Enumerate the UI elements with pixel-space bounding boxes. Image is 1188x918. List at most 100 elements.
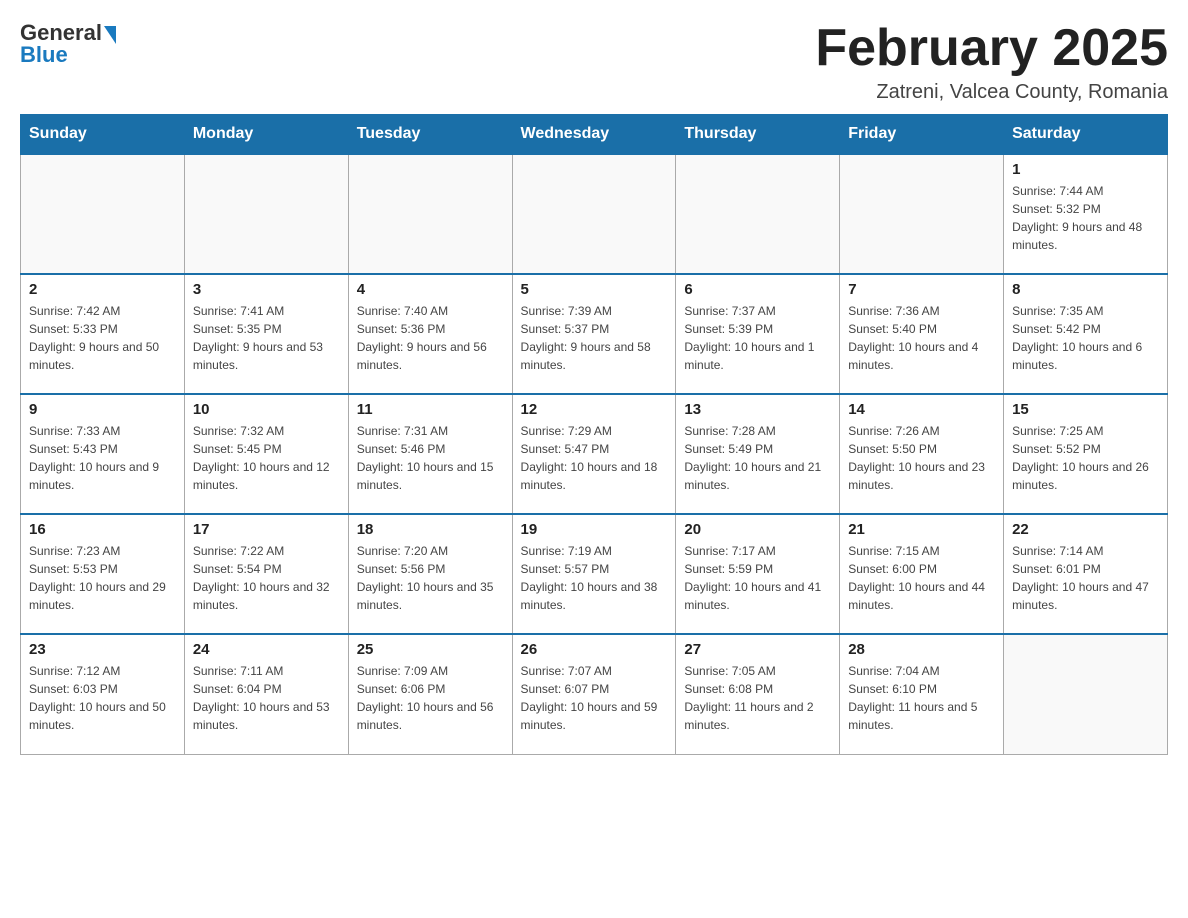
day-number: 13 — [684, 401, 831, 418]
day-info: Sunrise: 7:11 AM Sunset: 6:04 PM Dayligh… — [193, 662, 340, 734]
calendar-cell: 21 Sunrise: 7:15 AM Sunset: 6:00 PM Dayli… — [840, 514, 1004, 634]
day-info: Sunrise: 7:41 AM Sunset: 5:35 PM Dayligh… — [193, 302, 340, 374]
day-info: Sunrise: 7:04 AM Sunset: 6:10 PM Dayligh… — [848, 662, 995, 734]
day-info: Sunrise: 7:05 AM Sunset: 6:08 PM Dayligh… — [684, 662, 831, 734]
day-info: Sunrise: 7:17 AM Sunset: 5:59 PM Dayligh… — [684, 542, 831, 614]
day-info: Sunrise: 7:40 AM Sunset: 5:36 PM Dayligh… — [357, 302, 504, 374]
calendar-header-thursday: Thursday — [676, 115, 840, 155]
day-info: Sunrise: 7:29 AM Sunset: 5:47 PM Dayligh… — [521, 422, 668, 494]
calendar-cell: 3 Sunrise: 7:41 AM Sunset: 5:35 PM Daylig… — [184, 274, 348, 394]
day-number: 27 — [684, 641, 831, 658]
calendar-cell: 8 Sunrise: 7:35 AM Sunset: 5:42 PM Daylig… — [1004, 274, 1168, 394]
calendar-cell: 9Sunrise: 7:33 AM Sunset: 5:43 PM Daylig… — [21, 394, 185, 514]
day-info: Sunrise: 7:09 AM Sunset: 6:06 PM Dayligh… — [357, 662, 504, 734]
day-number: 6 — [684, 281, 831, 298]
day-number: 4 — [357, 281, 504, 298]
calendar-subtitle: Zatreni, Valcea County, Romania — [815, 81, 1168, 104]
calendar-header-row: SundayMondayTuesdayWednesdayThursdayFrid… — [21, 115, 1168, 155]
calendar-week-row: 23 Sunrise: 7:12 AM Sunset: 6:03 PM Dayli… — [21, 634, 1168, 754]
calendar-cell: 12 Sunrise: 7:29 AM Sunset: 5:47 PM Dayli… — [512, 394, 676, 514]
calendar-cell: 2 Sunrise: 7:42 AM Sunset: 5:33 PM Daylig… — [21, 274, 185, 394]
calendar-cell: 6 Sunrise: 7:37 AM Sunset: 5:39 PM Daylig… — [676, 274, 840, 394]
day-info: Sunrise: 7:44 AM Sunset: 5:32 PM Dayligh… — [1012, 182, 1159, 254]
day-number: 5 — [521, 281, 668, 298]
calendar-cell: 23 Sunrise: 7:12 AM Sunset: 6:03 PM Dayli… — [21, 634, 185, 754]
calendar-cell: 27 Sunrise: 7:05 AM Sunset: 6:08 PM Dayli… — [676, 634, 840, 754]
calendar-header-wednesday: Wednesday — [512, 115, 676, 155]
day-info: Sunrise: 7:36 AM Sunset: 5:40 PM Dayligh… — [848, 302, 995, 374]
day-info: Sunrise: 7:23 AM Sunset: 5:53 PM Dayligh… — [29, 542, 176, 614]
day-info: Sunrise: 7:31 AM Sunset: 5:46 PM Dayligh… — [357, 422, 504, 494]
calendar-cell — [348, 154, 512, 274]
calendar-cell: 26Sunrise: 7:07 AM Sunset: 6:07 PM Dayli… — [512, 634, 676, 754]
day-number: 15 — [1012, 401, 1159, 418]
day-number: 9 — [29, 401, 176, 418]
day-info: Sunrise: 7:20 AM Sunset: 5:56 PM Dayligh… — [357, 542, 504, 614]
day-info: Sunrise: 7:37 AM Sunset: 5:39 PM Dayligh… — [684, 302, 831, 374]
day-number: 18 — [357, 521, 504, 538]
calendar-cell — [21, 154, 185, 274]
day-info: Sunrise: 7:12 AM Sunset: 6:03 PM Dayligh… — [29, 662, 176, 734]
day-info: Sunrise: 7:35 AM Sunset: 5:42 PM Dayligh… — [1012, 302, 1159, 374]
day-info: Sunrise: 7:28 AM Sunset: 5:49 PM Dayligh… — [684, 422, 831, 494]
calendar-header-saturday: Saturday — [1004, 115, 1168, 155]
calendar-cell: 16 Sunrise: 7:23 AM Sunset: 5:53 PM Dayli… — [21, 514, 185, 634]
day-number: 3 — [193, 281, 340, 298]
calendar-title: February 2025 — [815, 20, 1168, 77]
calendar-cell — [184, 154, 348, 274]
calendar-cell: 22Sunrise: 7:14 AM Sunset: 6:01 PM Dayli… — [1004, 514, 1168, 634]
calendar-cell: 10Sunrise: 7:32 AM Sunset: 5:45 PM Dayli… — [184, 394, 348, 514]
calendar-cell: 1 Sunrise: 7:44 AM Sunset: 5:32 PM Daylig… — [1004, 154, 1168, 274]
day-info: Sunrise: 7:14 AM Sunset: 6:01 PM Dayligh… — [1012, 542, 1159, 614]
day-number: 12 — [521, 401, 668, 418]
calendar-header-sunday: Sunday — [21, 115, 185, 155]
calendar-cell: 5 Sunrise: 7:39 AM Sunset: 5:37 PM Daylig… — [512, 274, 676, 394]
day-number: 20 — [684, 521, 831, 538]
calendar-cell: 18 Sunrise: 7:20 AM Sunset: 5:56 PM Dayli… — [348, 514, 512, 634]
calendar-cell: 11Sunrise: 7:31 AM Sunset: 5:46 PM Dayli… — [348, 394, 512, 514]
calendar-cell — [1004, 634, 1168, 754]
day-number: 19 — [521, 521, 668, 538]
day-info: Sunrise: 7:39 AM Sunset: 5:37 PM Dayligh… — [521, 302, 668, 374]
calendar-cell — [840, 154, 1004, 274]
logo: General Blue — [20, 20, 116, 68]
calendar-header-monday: Monday — [184, 115, 348, 155]
day-number: 28 — [848, 641, 995, 658]
calendar-week-row: 9Sunrise: 7:33 AM Sunset: 5:43 PM Daylig… — [21, 394, 1168, 514]
title-section: February 2025 Zatreni, Valcea County, Ro… — [815, 20, 1168, 104]
day-number: 10 — [193, 401, 340, 418]
day-info: Sunrise: 7:42 AM Sunset: 5:33 PM Dayligh… — [29, 302, 176, 374]
day-info: Sunrise: 7:22 AM Sunset: 5:54 PM Dayligh… — [193, 542, 340, 614]
day-number: 23 — [29, 641, 176, 658]
day-info: Sunrise: 7:26 AM Sunset: 5:50 PM Dayligh… — [848, 422, 995, 494]
day-number: 8 — [1012, 281, 1159, 298]
day-number: 25 — [357, 641, 504, 658]
calendar-cell: 17Sunrise: 7:22 AM Sunset: 5:54 PM Dayli… — [184, 514, 348, 634]
calendar-header-friday: Friday — [840, 115, 1004, 155]
calendar-cell — [676, 154, 840, 274]
day-info: Sunrise: 7:25 AM Sunset: 5:52 PM Dayligh… — [1012, 422, 1159, 494]
calendar-cell: 7 Sunrise: 7:36 AM Sunset: 5:40 PM Daylig… — [840, 274, 1004, 394]
day-number: 2 — [29, 281, 176, 298]
calendar-cell: 13 Sunrise: 7:28 AM Sunset: 5:49 PM Dayli… — [676, 394, 840, 514]
calendar-table: SundayMondayTuesdayWednesdayThursdayFrid… — [20, 114, 1168, 755]
day-info: Sunrise: 7:15 AM Sunset: 6:00 PM Dayligh… — [848, 542, 995, 614]
day-number: 21 — [848, 521, 995, 538]
calendar-cell: 15 Sunrise: 7:25 AM Sunset: 5:52 PM Dayli… — [1004, 394, 1168, 514]
calendar-cell: 14 Sunrise: 7:26 AM Sunset: 5:50 PM Dayli… — [840, 394, 1004, 514]
day-info: Sunrise: 7:07 AM Sunset: 6:07 PM Dayligh… — [521, 662, 668, 734]
calendar-week-row: 2 Sunrise: 7:42 AM Sunset: 5:33 PM Daylig… — [21, 274, 1168, 394]
day-number: 1 — [1012, 161, 1159, 178]
day-number: 14 — [848, 401, 995, 418]
calendar-cell: 20 Sunrise: 7:17 AM Sunset: 5:59 PM Dayli… — [676, 514, 840, 634]
day-number: 7 — [848, 281, 995, 298]
calendar-week-row: 1 Sunrise: 7:44 AM Sunset: 5:32 PM Daylig… — [21, 154, 1168, 274]
calendar-cell — [512, 154, 676, 274]
calendar-cell: 28 Sunrise: 7:04 AM Sunset: 6:10 PM Dayli… — [840, 634, 1004, 754]
calendar-cell: 19Sunrise: 7:19 AM Sunset: 5:57 PM Dayli… — [512, 514, 676, 634]
logo-arrow-icon — [104, 26, 116, 44]
day-number: 16 — [29, 521, 176, 538]
calendar-header-tuesday: Tuesday — [348, 115, 512, 155]
page-header: General Blue February 2025 Zatreni, Valc… — [20, 20, 1168, 104]
logo-blue-text: Blue — [20, 42, 68, 68]
